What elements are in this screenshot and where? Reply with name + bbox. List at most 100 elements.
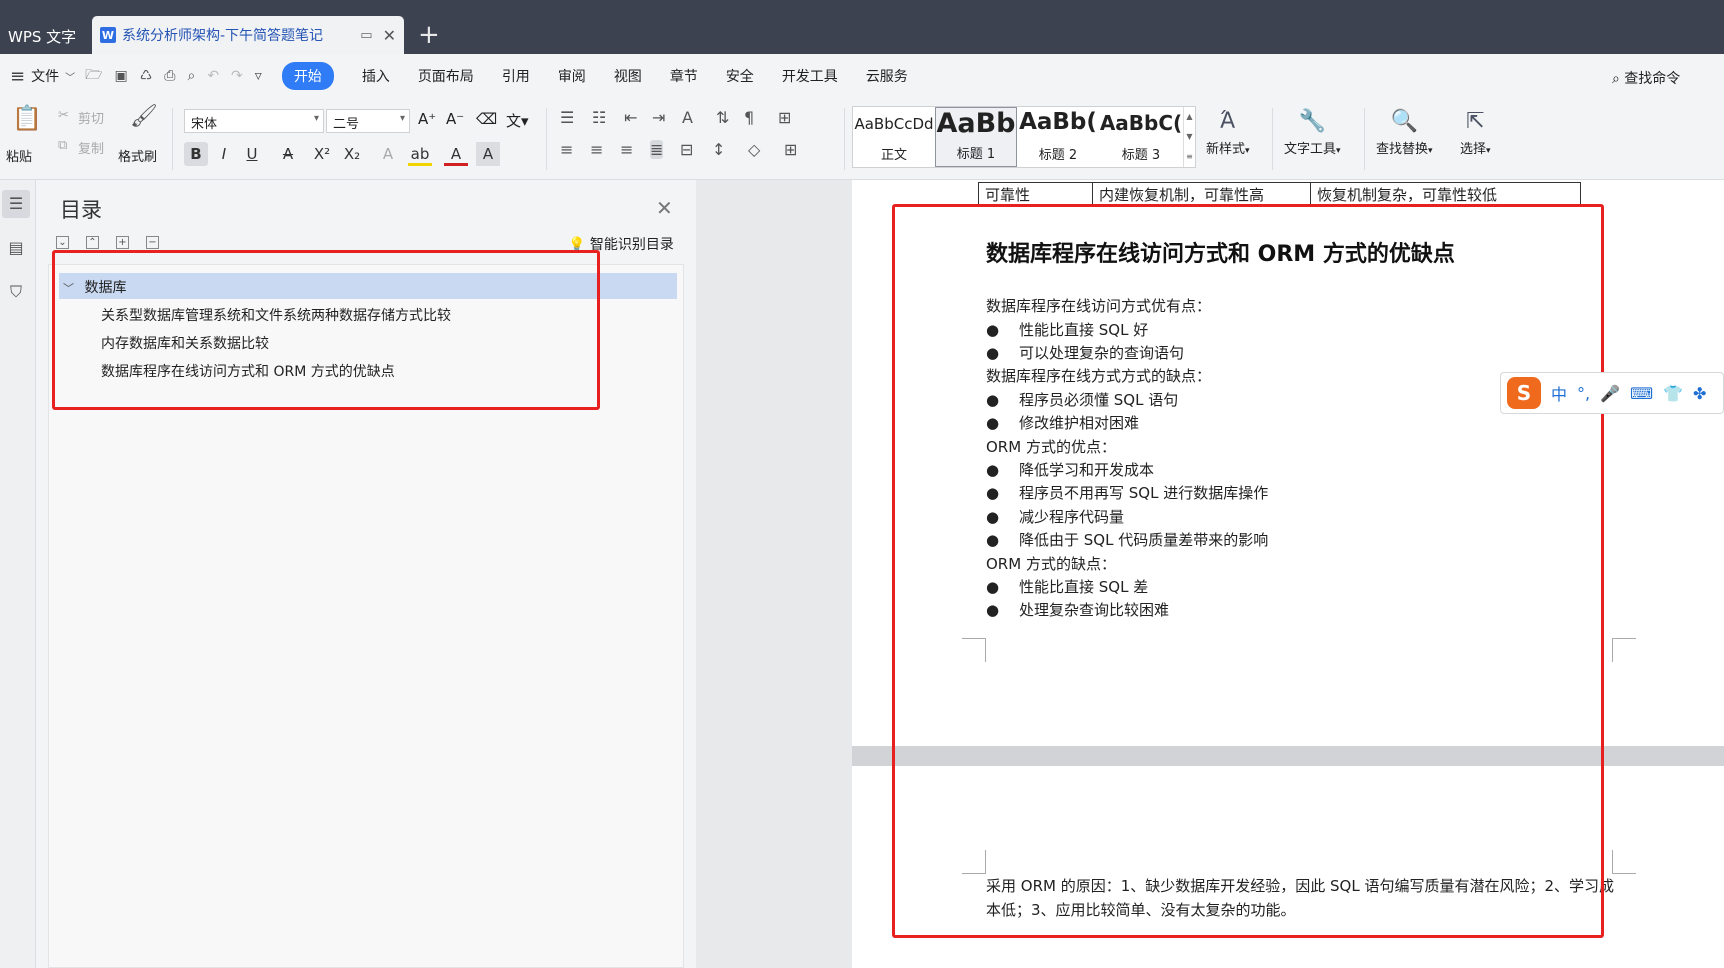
shading-icon[interactable]: ◇ [748, 140, 760, 159]
navigation-rail: ☰ ▤ ⛉ [0, 180, 36, 968]
font-name-select[interactable]: 宋体 ▾ [184, 109, 324, 133]
collapse-all-icon[interactable]: ⌄ [56, 236, 69, 249]
justify-icon[interactable]: ≣ [650, 140, 664, 159]
char-shading-button[interactable]: A [476, 142, 500, 166]
superscript-button[interactable]: X² [310, 142, 334, 166]
font-size-select[interactable]: 二号 ▾ [326, 109, 410, 133]
monitor-icon[interactable]: ▭ [360, 28, 372, 43]
smart-toc-button[interactable]: 💡 智能识别目录 [568, 234, 674, 254]
open-folder-icon[interactable]: 🗁 [85, 64, 102, 88]
file-menu[interactable]: 文件 [31, 66, 59, 86]
distributed-icon[interactable]: ⊟ [680, 140, 693, 159]
bold-button[interactable]: B [184, 142, 208, 166]
microphone-icon[interactable]: 🎤 [1600, 384, 1620, 403]
grow-font-icon[interactable]: A⁺ [418, 110, 436, 128]
borders-icon[interactable]: ⊞ [784, 140, 797, 159]
search-command[interactable]: ⌕ 查找命令 [1612, 68, 1680, 88]
sogou-logo-icon[interactable]: S [1507, 377, 1541, 409]
toc-item-online-vs-orm[interactable]: 数据库程序在线访问方式和 ORM 方式的优缺点 [101, 361, 395, 381]
redo-icon[interactable]: ↷ [231, 68, 243, 84]
ribbon-separator [172, 108, 173, 170]
text-tools-button[interactable]: 🔧 文字工具▾ [1284, 106, 1341, 157]
align-center-icon[interactable]: ≡ [590, 140, 603, 159]
menu-cloud[interactable]: 云服务 [866, 66, 908, 86]
customize-icon[interactable]: ▿ [255, 68, 262, 84]
bookmark-nav-icon[interactable]: ⛉ [2, 278, 30, 306]
document-tab[interactable]: W 系统分析师架构-下午简答题笔记 ▭ ✕ [92, 16, 404, 54]
new-style-button[interactable]: Ά 新样式▾ [1206, 106, 1250, 157]
shrink-font-icon[interactable]: A⁻ [446, 110, 464, 128]
style-normal[interactable]: AaBbCcDd 正文 [853, 107, 935, 167]
new-tab-button[interactable]: + [418, 20, 440, 50]
close-icon[interactable]: ✕ [656, 196, 673, 220]
paste-icon[interactable]: 📋 [12, 104, 42, 132]
pages-nav-icon[interactable]: ▤ [2, 234, 30, 262]
italic-button[interactable]: I [212, 142, 236, 166]
copy-button[interactable]: 复制 [78, 138, 104, 157]
style-heading-2[interactable]: AaBb( 标题 2 [1017, 107, 1099, 167]
toc-item-memory-db[interactable]: 内存数据库和关系数据比较 [101, 333, 269, 353]
toc-nav-icon[interactable]: ☰ [2, 190, 30, 218]
print-icon[interactable]: ⎙ [164, 68, 175, 84]
select-button[interactable]: ⇱ 选择▾ [1460, 106, 1491, 157]
menu-view[interactable]: 视图 [614, 66, 642, 86]
show-marks-icon[interactable]: ¶ [744, 108, 754, 127]
bullet-list-icon[interactable]: ☰ [560, 108, 574, 127]
align-left-icon[interactable]: ≡ [560, 140, 573, 159]
chevron-down-icon[interactable]: ﹀ [65, 69, 75, 84]
menu-home[interactable]: 开始 [281, 62, 334, 90]
style-heading-3[interactable]: AaBbC( 标题 3 [1099, 107, 1183, 167]
menu-section[interactable]: 章节 [670, 66, 698, 86]
font-color-button[interactable]: A [444, 142, 468, 166]
toc-item-rdbms-vs-fs[interactable]: 关系型数据库管理系统和文件系统两种数据存储方式比较 [101, 305, 451, 325]
skin-icon[interactable]: 👕 [1663, 384, 1683, 403]
close-tab-icon[interactable]: ✕ [383, 26, 396, 45]
save-icon[interactable]: ▣ [114, 68, 127, 84]
chinese-layout-icon[interactable]: A [682, 108, 693, 127]
remove-heading-icon[interactable]: − [146, 236, 159, 249]
cut-icon[interactable]: ✂ [58, 108, 69, 123]
paste-button[interactable]: 粘贴 [6, 146, 32, 165]
sort-icon[interactable]: ⇅ [716, 108, 729, 127]
menu-review[interactable]: 审阅 [558, 66, 586, 86]
format-painter-icon[interactable]: 🖌 [130, 104, 158, 129]
find-replace-button[interactable]: 🔍 查找替换▾ [1376, 106, 1433, 157]
menu-dev-tools[interactable]: 开发工具 [782, 66, 838, 86]
print-preview-icon[interactable]: ⌕ [187, 68, 195, 84]
copy-icon[interactable]: ⧉ [58, 138, 67, 153]
hamburger-icon[interactable]: ≡ [10, 66, 25, 87]
underline-button[interactable]: U [240, 142, 264, 166]
subscript-button[interactable]: X₂ [340, 142, 364, 166]
pinyin-icon[interactable]: 文▾ [506, 110, 529, 131]
add-heading-icon[interactable]: + [116, 236, 129, 249]
increase-indent-icon[interactable]: ⇥ [652, 108, 665, 127]
text-effect-button[interactable]: A [376, 142, 400, 166]
line-spacing-icon[interactable]: ↕ [712, 140, 725, 159]
undo-icon[interactable]: ↶ [207, 68, 219, 84]
table-border-icon[interactable]: ⊞ [778, 108, 791, 127]
decrease-indent-icon[interactable]: ⇤ [624, 108, 637, 127]
ribbon-separator [1272, 108, 1273, 170]
toolbox-icon[interactable]: ✤ [1693, 384, 1706, 403]
sync-icon[interactable]: ♺ [140, 68, 153, 84]
toc-item-database[interactable]: ﹀ 数据库 [59, 273, 677, 299]
numbered-list-icon[interactable]: ☷ [592, 108, 606, 127]
menu-security[interactable]: 安全 [726, 66, 754, 86]
format-painter-button[interactable]: 格式刷 [118, 146, 157, 165]
cut-button[interactable]: 剪切 [78, 108, 104, 127]
menu-page-layout[interactable]: 页面布局 [418, 66, 474, 86]
keyboard-icon[interactable]: ⌨ [1630, 384, 1653, 403]
styles-scroll[interactable]: ▲ ▼ ≡ [1183, 107, 1195, 167]
app-tab[interactable]: WPS 文字 [0, 14, 90, 54]
align-right-icon[interactable]: ≡ [620, 140, 633, 159]
chevron-down-icon[interactable]: ﹀ [63, 282, 74, 295]
ime-mode-toggle[interactable]: 中 [1551, 381, 1567, 405]
strikethrough-button[interactable]: A [276, 142, 300, 166]
highlight-button[interactable]: ab [408, 142, 432, 166]
style-heading-1[interactable]: AaBb 标题 1 [935, 107, 1017, 167]
menu-references[interactable]: 引用 [502, 66, 530, 86]
menu-insert[interactable]: 插入 [362, 66, 390, 86]
clear-format-icon[interactable]: ⌫ [476, 110, 497, 128]
ime-punct-toggle[interactable]: °, [1577, 384, 1590, 403]
expand-up-icon[interactable]: ⌃ [86, 236, 99, 249]
